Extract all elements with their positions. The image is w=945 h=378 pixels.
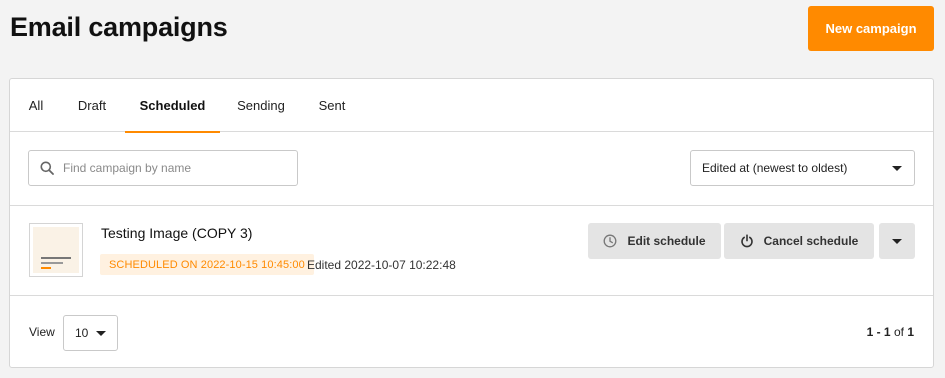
tab-draft[interactable]: Draft [70, 79, 114, 132]
cancel-schedule-button[interactable]: Cancel schedule [724, 223, 874, 259]
caret-down-icon [892, 165, 902, 171]
caret-down-icon [96, 330, 106, 336]
search-input[interactable] [63, 161, 283, 175]
status-badge: SCHEDULED ON 2022-10-15 10:45:00 [100, 254, 314, 275]
range-end: 1 [883, 325, 891, 339]
divider [10, 295, 933, 296]
of-label: of [893, 325, 904, 339]
page-size-value: 10 [75, 326, 89, 340]
cancel-schedule-label: Cancel schedule [763, 234, 859, 248]
tab-scheduled[interactable]: Scheduled [125, 79, 220, 133]
caret-down-icon [892, 238, 902, 244]
edit-schedule-label: Edit schedule [627, 234, 706, 248]
page-title: Email campaigns [10, 12, 228, 42]
view-label: View [29, 325, 55, 339]
new-campaign-button[interactable]: New campaign [808, 6, 934, 51]
campaign-thumbnail[interactable] [29, 223, 83, 277]
divider [10, 205, 933, 206]
total-count: 1 [907, 325, 914, 339]
sort-selected-value: Edited at (newest to oldest) [702, 161, 848, 175]
thumbnail-preview [33, 227, 79, 273]
pagination-summary: 1 - 1 of 1 [867, 325, 914, 339]
range-sep: - [873, 325, 884, 339]
sort-dropdown[interactable]: Edited at (newest to oldest) [690, 150, 915, 186]
campaign-name[interactable]: Testing Image (COPY 3) [101, 225, 252, 241]
power-icon [740, 234, 754, 248]
clock-icon [603, 234, 617, 248]
edited-timestamp: Edited 2022-10-07 10:22:48 [307, 258, 456, 272]
status-tabs: All Draft Scheduled Sending Sent [10, 79, 933, 133]
tab-all[interactable]: All [20, 79, 52, 132]
tab-sending[interactable]: Sending [230, 79, 292, 132]
tab-sent[interactable]: Sent [312, 79, 352, 132]
edit-schedule-button[interactable]: Edit schedule [588, 223, 721, 259]
page-size-select[interactable]: 10 [63, 315, 118, 351]
search-box [28, 150, 298, 186]
search-icon [40, 161, 54, 175]
more-actions-button[interactable] [879, 223, 915, 259]
campaigns-card: All Draft Scheduled Sending Sent Edited … [9, 78, 934, 368]
